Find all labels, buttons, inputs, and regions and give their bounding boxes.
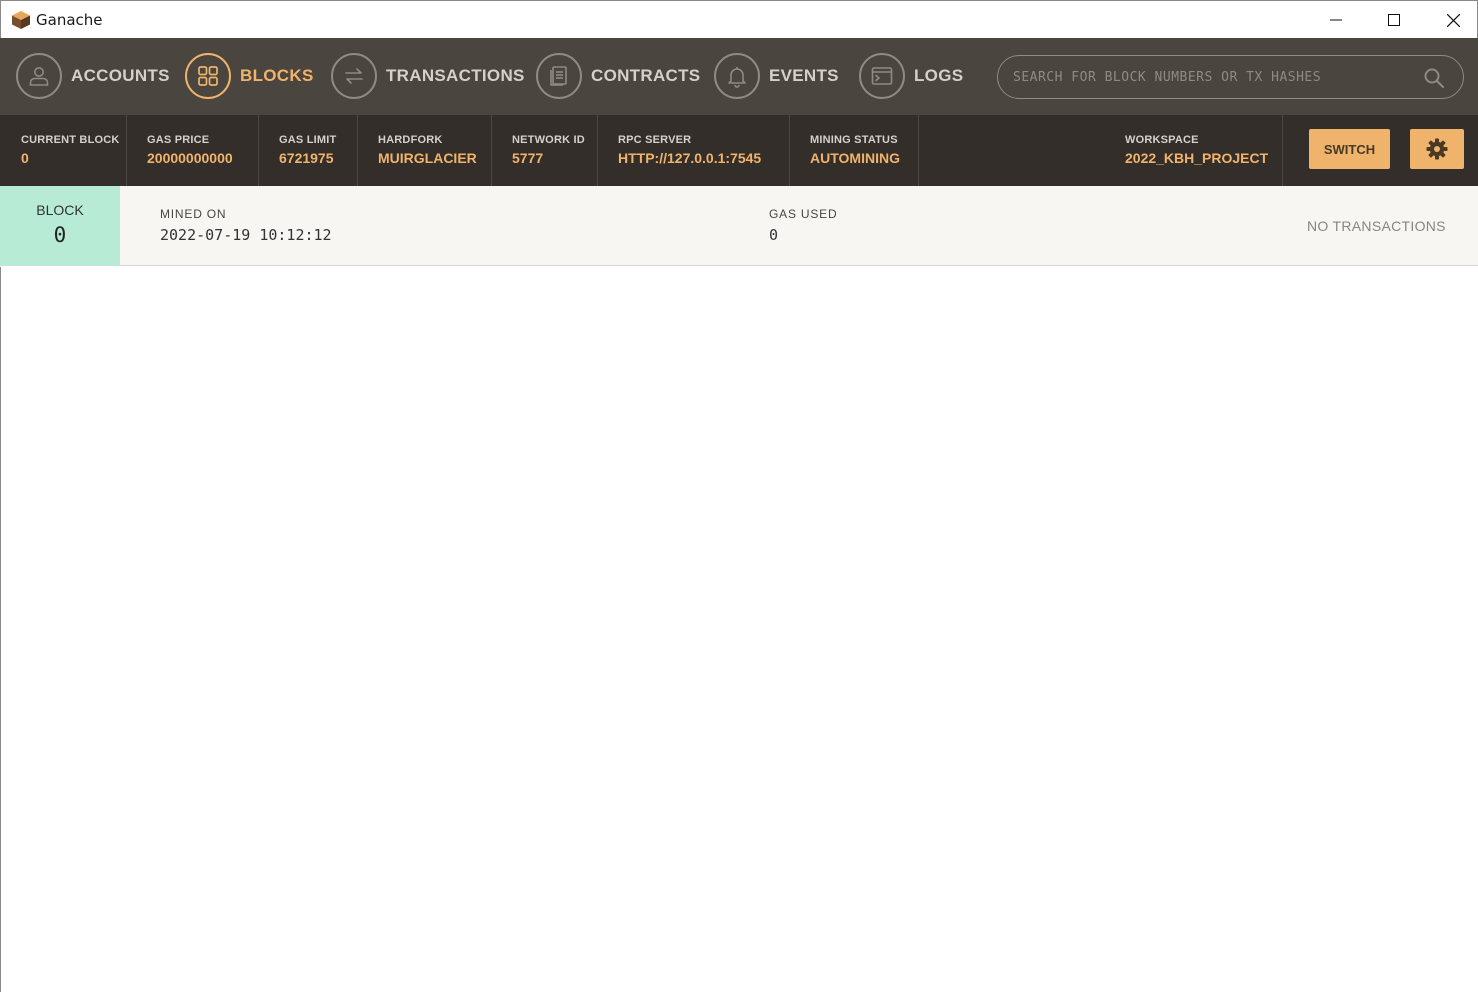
window-title: Ganache: [36, 11, 103, 29]
nav-logs-label: LOGS: [914, 66, 964, 85]
stat-value: 2022_KBH_PROJECT: [1125, 150, 1269, 166]
account-icon: [16, 53, 62, 99]
stat-label: MINING STATUS: [810, 134, 898, 146]
status-bar: CURRENT BLOCK 0 GAS PRICE 20000000000 GA…: [0, 115, 1478, 186]
gas-used-field: GAS USED 0: [769, 207, 837, 244]
nav-accounts[interactable]: ACCOUNTS: [16, 52, 170, 100]
blocks-grid-icon: [185, 53, 231, 99]
nav-blocks[interactable]: BLOCKS: [185, 52, 314, 100]
transfer-arrows-icon: [331, 53, 377, 99]
stat-label: WORKSPACE: [1125, 134, 1199, 146]
stat-value: 20000000000: [147, 150, 233, 166]
title-bar: Ganache: [0, 0, 1478, 38]
stat-value: 0: [21, 150, 29, 166]
stat-mining-status: MINING STATUS AUTOMINING: [790, 115, 919, 186]
nav-transactions[interactable]: TRANSACTIONS: [331, 52, 525, 100]
stat-workspace: WORKSPACE 2022_KBH_PROJECT: [919, 115, 1283, 186]
minimize-icon: [1330, 19, 1342, 21]
nav-blocks-label: BLOCKS: [240, 66, 314, 85]
stat-value: 6721975: [279, 150, 334, 166]
mined-on-value: 2022-07-19 10:12:12: [160, 226, 332, 244]
settings-button[interactable]: [1410, 129, 1464, 169]
stat-gas-price: GAS PRICE 20000000000: [127, 115, 259, 186]
terminal-icon: [859, 53, 905, 99]
close-icon: [1446, 13, 1460, 27]
close-button[interactable]: [1424, 1, 1478, 39]
mined-on-label: MINED ON: [160, 207, 227, 221]
block-number: 0: [53, 223, 67, 247]
stat-current-block: CURRENT BLOCK 0: [0, 115, 127, 186]
search-box: [997, 55, 1464, 99]
nav-events-label: EVENTS: [769, 66, 839, 85]
nav-transactions-label: TRANSACTIONS: [386, 66, 525, 85]
stat-gas-limit: GAS LIMIT 6721975: [259, 115, 358, 186]
block-row[interactable]: BLOCK 0 MINED ON 2022-07-19 10:12:12 GAS…: [0, 186, 1478, 266]
block-list-empty-area: [0, 267, 1478, 992]
mined-on-field: MINED ON 2022-07-19 10:12:12: [160, 207, 332, 244]
stat-value: 5777: [512, 150, 544, 166]
stat-network-id: NETWORK ID 5777: [492, 115, 598, 186]
search-icon[interactable]: [1423, 67, 1445, 89]
search-input[interactable]: [1013, 57, 1423, 97]
stat-label: GAS PRICE: [147, 134, 210, 146]
document-icon: [536, 53, 582, 99]
ganache-logo-icon: [12, 11, 30, 29]
block-number-badge: BLOCK 0: [0, 186, 120, 266]
stat-hardfork: HARDFORK MUIRGLACIER: [358, 115, 492, 186]
stat-label: GAS LIMIT: [279, 134, 337, 146]
transaction-status: NO TRANSACTIONS: [1307, 218, 1446, 234]
stat-value: AUTOMINING: [810, 150, 900, 166]
nav-accounts-label: ACCOUNTS: [71, 66, 170, 85]
nav-contracts[interactable]: CONTRACTS: [536, 52, 700, 100]
stat-value: HTTP://127.0.0.1:7545: [618, 150, 762, 166]
stat-label: NETWORK ID: [512, 134, 585, 146]
stat-label: HARDFORK: [378, 134, 443, 146]
block-badge-label: BLOCK: [36, 202, 84, 218]
nav-contracts-label: CONTRACTS: [591, 66, 701, 85]
switch-workspace-button[interactable]: SWITCH: [1309, 129, 1390, 169]
maximize-icon: [1388, 14, 1400, 26]
gear-icon: [1426, 138, 1448, 160]
nav-logs[interactable]: LOGS: [859, 52, 963, 100]
stat-value: MUIRGLACIER: [378, 150, 477, 166]
stat-label: RPC SERVER: [618, 134, 692, 146]
nav-events[interactable]: EVENTS: [714, 52, 839, 100]
gas-used-value: 0: [769, 226, 779, 244]
gas-used-label: GAS USED: [769, 207, 838, 221]
stat-label: CURRENT BLOCK: [21, 134, 120, 146]
stat-rpc-server: RPC SERVER HTTP://127.0.0.1:7545: [598, 115, 790, 186]
bell-icon: [714, 53, 760, 99]
maximize-button[interactable]: [1365, 1, 1423, 39]
top-navigation: ACCOUNTS BLOCKS TRANSACTIONS CONTRACTS E…: [0, 38, 1478, 115]
minimize-button[interactable]: [1307, 1, 1365, 39]
